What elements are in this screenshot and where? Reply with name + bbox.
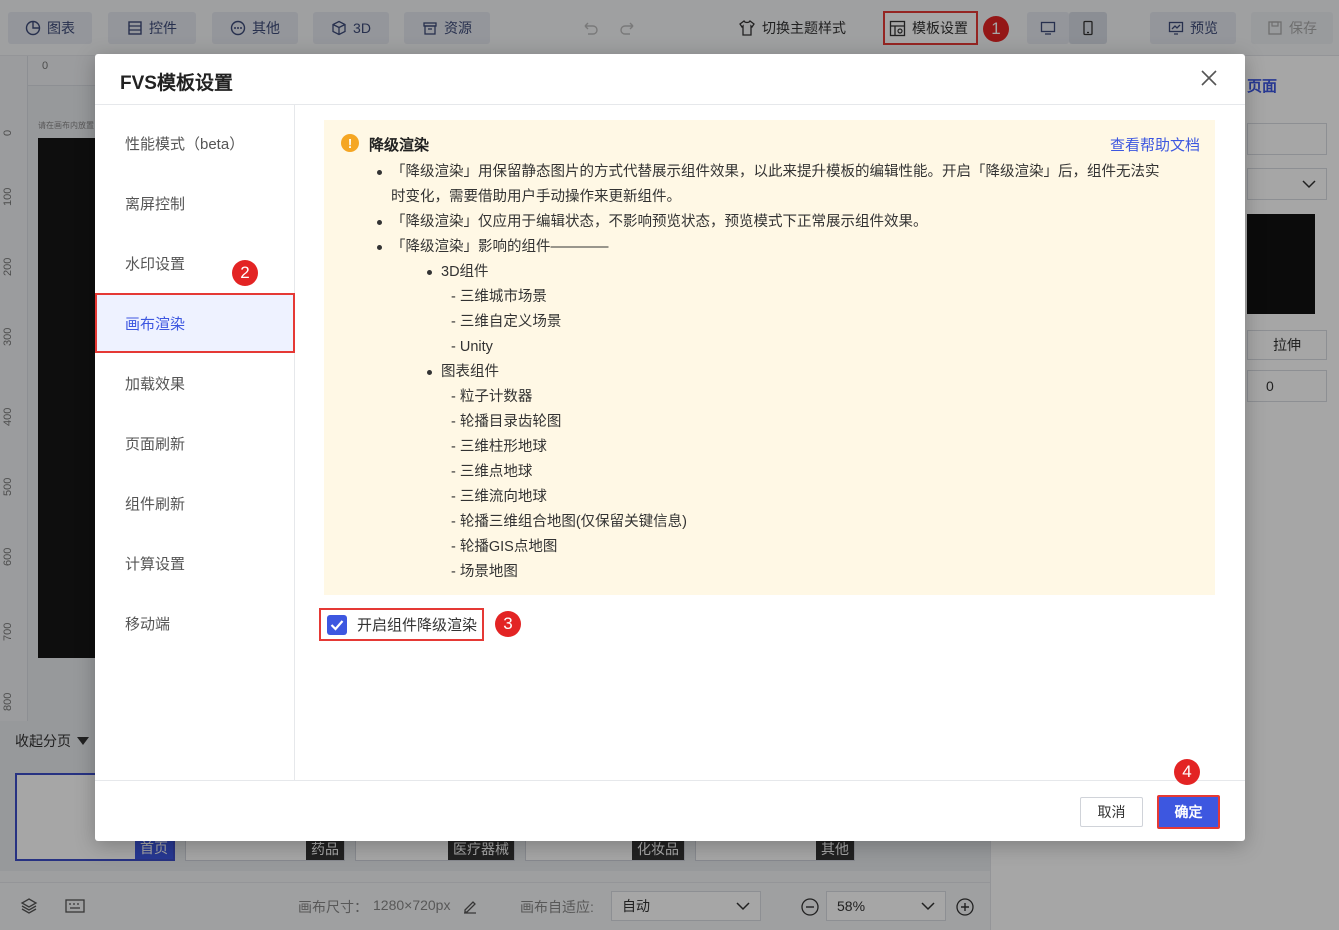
group-title-chart: 图表组件: [441, 364, 499, 380]
list-item: - 三维城市场景: [451, 289, 547, 305]
notice-text: 「降级渲染」仅应用于编辑状态，不影响预览状态，预览模式下正常展示组件效果。: [391, 214, 928, 230]
sidebar-item-canvas-render[interactable]: 画布渲染: [95, 293, 295, 353]
bullet-dot: [377, 220, 382, 225]
bullet-dot: [377, 245, 382, 250]
confirm-button[interactable]: 确定: [1157, 795, 1220, 829]
sidebar-item-label: 组件刷新: [125, 495, 186, 513]
close-icon[interactable]: [1199, 68, 1219, 88]
sidebar-item-label: 水印设置: [125, 255, 186, 273]
sidebar-item-performance[interactable]: 性能模式（beta）: [95, 113, 295, 173]
list-item-label: 三维柱形地球: [459, 439, 547, 455]
template-settings-dialog: FVS模板设置 性能模式（beta） 离屏控制 水印设置 画布渲染 加载效果 页…: [95, 54, 1245, 841]
notice-text: 「降级渲染」用保留静态图片的方式代替展示组件效果，以此来提升模板的编辑性能。开启…: [391, 164, 1160, 180]
list-item-label: 三维城市场景: [459, 289, 547, 305]
dialog-title: FVS模板设置: [120, 73, 233, 94]
list-item-label: 三维自定义场景: [459, 314, 562, 330]
notice-text: 「降级渲染」影响的组件————: [391, 239, 609, 255]
list-item: - 场景地图: [451, 564, 518, 580]
sidebar-item-label: 计算设置: [125, 555, 186, 573]
list-item: - Unity: [451, 339, 493, 355]
degrade-render-notice: ! 降级渲染 查看帮助文档 「降级渲染」用保留静态图片的方式代替展示组件效果，以…: [324, 120, 1215, 595]
sidebar-item-label: 性能模式（beta）: [125, 135, 245, 153]
list-item-label: 场景地图: [459, 564, 518, 580]
help-doc-link[interactable]: 查看帮助文档: [1110, 134, 1200, 155]
sidebar-item-watermark[interactable]: 水印设置: [95, 233, 295, 293]
settings-sidebar: 性能模式（beta） 离屏控制 水印设置 画布渲染 加载效果 页面刷新 组件刷新…: [95, 105, 295, 780]
list-item: - 轮播三维组合地图(仅保留关键信息): [451, 514, 688, 530]
list-item: - 三维点地球: [451, 464, 533, 480]
notice-text: 时变化，需要借助用户手动操作来更新组件。: [391, 189, 681, 205]
list-item-label: 轮播三维组合地图(仅保留关键信息): [459, 514, 688, 530]
list-item-label: 粒子计数器: [459, 389, 533, 405]
list-item: - 三维流向地球: [451, 489, 547, 505]
sidebar-item-label: 移动端: [125, 615, 171, 633]
cancel-button[interactable]: 取消: [1080, 797, 1143, 827]
sidebar-item-label: 画布渲染: [125, 315, 186, 333]
list-item-label: 轮播目录齿轮图: [459, 414, 562, 430]
sidebar-item-compute[interactable]: 计算设置: [95, 533, 295, 593]
bullet-dot: [377, 170, 382, 175]
sidebar-item-label: 加载效果: [125, 375, 186, 393]
warning-icon: !: [341, 134, 359, 152]
list-item: - 三维柱形地球: [451, 439, 547, 455]
degrade-render-checkbox[interactable]: 开启组件降级渲染: [319, 608, 484, 641]
list-item-label: Unity: [459, 339, 493, 355]
bullet-dot: [427, 370, 432, 375]
notice-title: 降级渲染: [369, 137, 430, 154]
sidebar-item-label: 页面刷新: [125, 435, 186, 453]
sidebar-item-page-refresh[interactable]: 页面刷新: [95, 413, 295, 473]
sidebar-item-label: 离屏控制: [125, 195, 186, 213]
list-item-label: 轮播GIS点地图: [459, 539, 558, 555]
footer-divider: [95, 780, 1245, 781]
step-badge-4: 4: [1174, 759, 1200, 785]
group-title-3d: 3D组件: [441, 264, 489, 280]
checkbox-label: 开启组件降级渲染: [357, 617, 478, 634]
list-item-label: 三维流向地球: [459, 489, 547, 505]
step-badge-2: 2: [232, 260, 258, 286]
list-item: - 粒子计数器: [451, 389, 533, 405]
sidebar-item-loading[interactable]: 加载效果: [95, 353, 295, 413]
list-item-label: 三维点地球: [459, 464, 533, 480]
step-badge-3: 3: [495, 611, 521, 637]
checkbox-checked-icon[interactable]: [327, 614, 347, 635]
sidebar-item-offscreen[interactable]: 离屏控制: [95, 173, 295, 233]
sidebar-item-mobile[interactable]: 移动端: [95, 593, 295, 653]
sidebar-item-widget-refresh[interactable]: 组件刷新: [95, 473, 295, 533]
list-item: - 轮播GIS点地图: [451, 539, 558, 555]
bullet-dot: [427, 270, 432, 275]
list-item: - 轮播目录齿轮图: [451, 414, 562, 430]
list-item: - 三维自定义场景: [451, 314, 562, 330]
